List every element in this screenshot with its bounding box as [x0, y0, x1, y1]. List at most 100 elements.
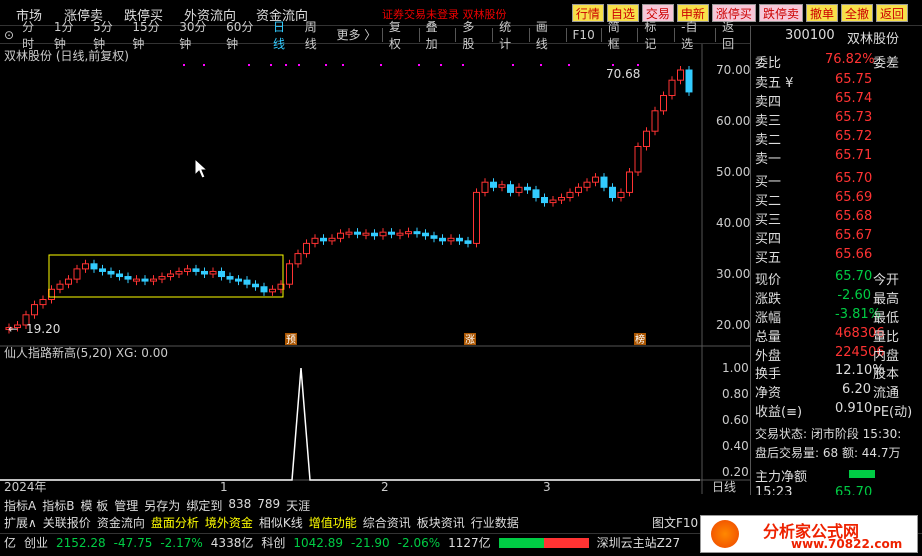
- year-label: 2024年: [4, 480, 47, 494]
- divider: [637, 27, 639, 42]
- btn-quote[interactable]: 行情: [571, 4, 604, 22]
- bottom-tab[interactable]: 资金流向: [97, 514, 145, 531]
- candle: [592, 176, 599, 183]
- bottom-tab[interactable]: 838: [228, 497, 251, 514]
- candle: [167, 273, 174, 278]
- candle: [379, 231, 387, 237]
- bid-row-value: 65.69: [835, 190, 873, 205]
- candle: [473, 191, 480, 244]
- signal-dot: [325, 64, 327, 66]
- y-tick-label: 50.00: [716, 165, 750, 179]
- bottom-tab[interactable]: 板块资讯: [417, 514, 465, 531]
- chinext-change: -47.75: [113, 535, 153, 550]
- bottom-tab[interactable]: 天涯: [286, 497, 310, 514]
- bid-row-value: 65.68: [835, 209, 873, 224]
- bottom-tab[interactable]: 综合资讯: [363, 514, 411, 531]
- candle: [481, 181, 489, 193]
- event-markers: 预 涨 榜: [285, 333, 646, 346]
- kline-chart[interactable]: 70.00 60.00 50.00 40.00 30.00 20.00 1.00 0.80 0.…: [0, 44, 750, 494]
- candle: [184, 268, 191, 272]
- candle: [413, 231, 421, 235]
- stat-row-label: 总量: [755, 330, 782, 345]
- indicator-tick: 0.60: [722, 413, 749, 427]
- bid-row: 买三 65.68: [755, 209, 919, 228]
- signal-dot: [462, 64, 464, 66]
- candle: [677, 69, 684, 81]
- bottom-tab[interactable]: 指标B: [42, 497, 74, 514]
- bottom-tab[interactable]: 增值功能: [309, 514, 357, 531]
- bottom-tab[interactable]: 绑定到: [186, 497, 222, 514]
- chinext-value: 2152.28: [56, 535, 106, 550]
- server-name[interactable]: 深圳云主站Z27: [597, 534, 681, 551]
- candle: [600, 176, 608, 188]
- candle: [345, 231, 353, 235]
- stat-row: 收益(≡) 0.910 PE(动): [755, 401, 919, 420]
- main-net-label: 主力净额: [755, 470, 808, 485]
- divider: [715, 27, 717, 42]
- btn-cancel[interactable]: 撤单: [805, 4, 838, 22]
- event-list: 榜: [635, 333, 645, 346]
- bottom-tab[interactable]: 行业数据: [471, 514, 519, 531]
- candle: [337, 232, 344, 239]
- stat-row-right-label: 内盘: [873, 349, 900, 364]
- star-value: 1042.89: [293, 535, 343, 550]
- stat-row: 涨跌 -2.60 最高: [755, 288, 919, 307]
- chinext-amount: 4338亿: [210, 536, 254, 550]
- stat-row: 现价 65.70 今开: [755, 269, 919, 288]
- ask-row-value: 65.71: [835, 148, 873, 163]
- bottom-tab[interactable]: 管理: [114, 497, 138, 514]
- bottom-tab[interactable]: 盘面分析: [151, 514, 199, 531]
- bottom-tab[interactable]: 789: [257, 497, 280, 514]
- logo-box: 分析家公式网 www.70822.com: [700, 515, 918, 553]
- bottom-tab[interactable]: 模 板: [80, 497, 108, 514]
- star-change: -21.90: [350, 535, 390, 550]
- weibi-value: 76.82%: [825, 52, 875, 67]
- stock-name: 双林股份: [847, 32, 900, 47]
- candle: [73, 268, 81, 280]
- stat-row-label: 涨跌: [755, 292, 782, 307]
- bid-row-value: 65.66: [835, 247, 873, 262]
- stat-row-label: 净资: [755, 386, 782, 401]
- bid-row-value: 65.67: [835, 228, 873, 243]
- ask-row: 卖四 65.74: [755, 91, 919, 110]
- btn-limit-down-sell[interactable]: 跌停卖: [758, 4, 803, 22]
- candle: [464, 240, 472, 244]
- indicator-title: 仙人指路新高(5,20) XG: 0.00: [4, 345, 168, 360]
- stat-row-right-label: 流通: [873, 386, 900, 401]
- event-limit: 涨: [465, 334, 475, 346]
- stat-row-value: 224506: [835, 345, 885, 360]
- bottom-tab[interactable]: 另存为: [144, 497, 180, 514]
- ask-row: 卖一 65.71: [755, 148, 919, 167]
- toolbar-icon[interactable]: ⊙: [0, 28, 18, 42]
- bid-row-label: 买五: [755, 251, 782, 266]
- candle: [566, 191, 574, 198]
- stat-row-right-label: 量比: [873, 330, 900, 345]
- stat-row-label: 外盘: [755, 349, 782, 364]
- signal-dot: [298, 64, 300, 66]
- btn-f10[interactable]: F10: [569, 28, 599, 42]
- candle: [396, 232, 404, 236]
- bottom-tab[interactable]: 关联报价: [43, 514, 91, 531]
- candle: [294, 253, 302, 265]
- btn-cancel-all[interactable]: 全撤: [840, 4, 873, 22]
- candle: [150, 278, 157, 282]
- stat-row-value: 65.70: [835, 269, 873, 284]
- bid-row-label: 买三: [755, 213, 782, 228]
- candle: [158, 276, 166, 280]
- tab-more[interactable]: 更多 〉: [332, 26, 379, 43]
- bottom-tab[interactable]: 指标A: [4, 497, 36, 514]
- btn-back[interactable]: 返回: [875, 4, 908, 22]
- candle: [643, 130, 650, 147]
- signal-dot: [285, 64, 287, 66]
- f10-tab[interactable]: 图文F10: [652, 514, 698, 531]
- stat-row-label: 收益(≡): [755, 405, 803, 420]
- y-tick-label: 60.00: [716, 114, 750, 128]
- low-label: 19.20: [26, 322, 60, 336]
- candle: [668, 79, 676, 97]
- indicator-tick: 0.40: [722, 439, 749, 453]
- candle: [660, 95, 667, 112]
- bottom-tab[interactable]: 扩展∧: [4, 514, 37, 531]
- bottom-tab[interactable]: 境外资金: [205, 514, 253, 531]
- bottom-tab[interactable]: 相似K线: [259, 514, 303, 531]
- stat-row-right-label: 股本: [873, 367, 900, 382]
